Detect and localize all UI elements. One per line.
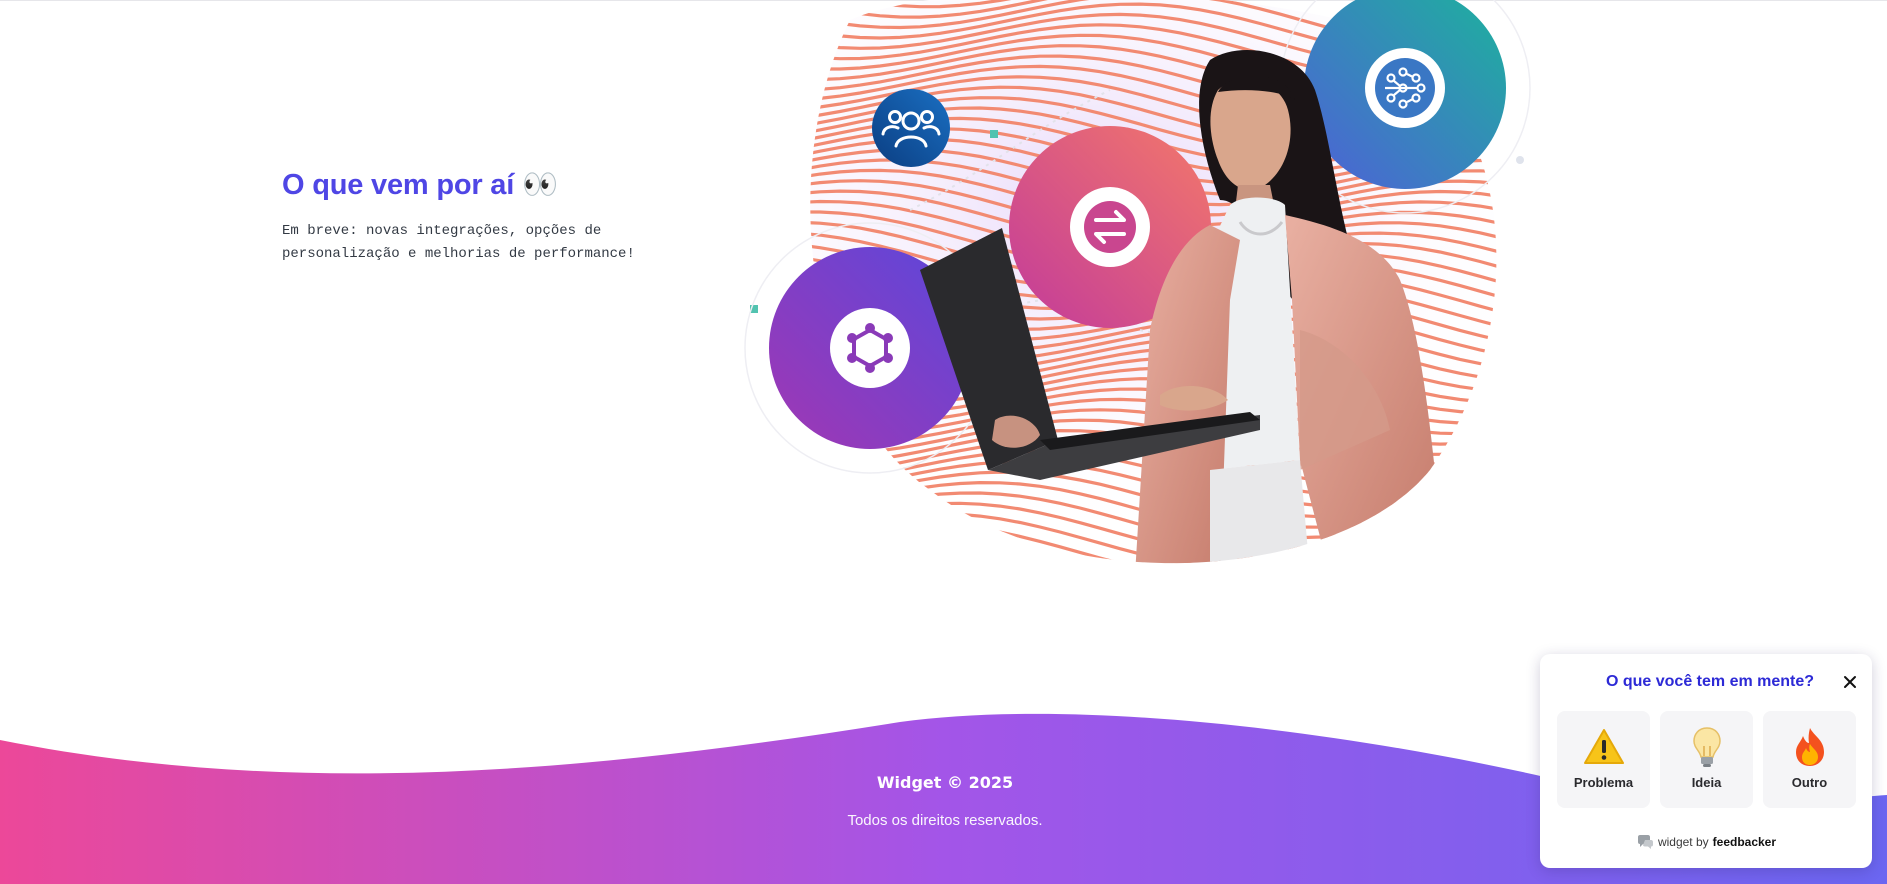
lightbulb-icon bbox=[1685, 725, 1729, 769]
option-outro[interactable]: Outro bbox=[1763, 711, 1856, 808]
chat-bubble-icon bbox=[1637, 835, 1653, 849]
feedback-options: Problema Ideia Outro bbox=[1557, 711, 1856, 808]
hero-illustration bbox=[740, 0, 1540, 575]
widget-brand[interactable]: widget by feedbacker bbox=[1540, 834, 1872, 850]
brand-prefix: widget by bbox=[1657, 835, 1709, 849]
team-icon bbox=[872, 89, 950, 167]
section-description: Em breve: novas integrações, opções de p… bbox=[282, 223, 635, 262]
accent-dot bbox=[990, 130, 998, 138]
option-label: Outro bbox=[1791, 775, 1828, 790]
option-ideia[interactable]: Ideia bbox=[1660, 711, 1753, 808]
feedback-widget: O que você tem em mente? Problema Ideia … bbox=[1540, 654, 1872, 868]
warning-icon bbox=[1582, 725, 1626, 769]
option-label: Ideia bbox=[1691, 775, 1722, 790]
section-title: O que vem por aí 👀 bbox=[282, 169, 558, 201]
option-label: Problema bbox=[1573, 775, 1634, 790]
accent-dot bbox=[1516, 156, 1524, 164]
close-icon bbox=[1844, 676, 1856, 688]
illustration-svg bbox=[740, 0, 1540, 575]
brand-name: feedbacker bbox=[1712, 835, 1777, 849]
fire-icon bbox=[1788, 725, 1832, 769]
widget-title: O que você tem em mente? bbox=[1605, 673, 1815, 690]
wave-stripe bbox=[740, 566, 1540, 575]
upcoming-section: O que vem por aí 👀 Em breve: novas integ… bbox=[282, 168, 702, 266]
close-button[interactable] bbox=[1840, 672, 1860, 692]
option-problema[interactable]: Problema bbox=[1557, 711, 1650, 808]
